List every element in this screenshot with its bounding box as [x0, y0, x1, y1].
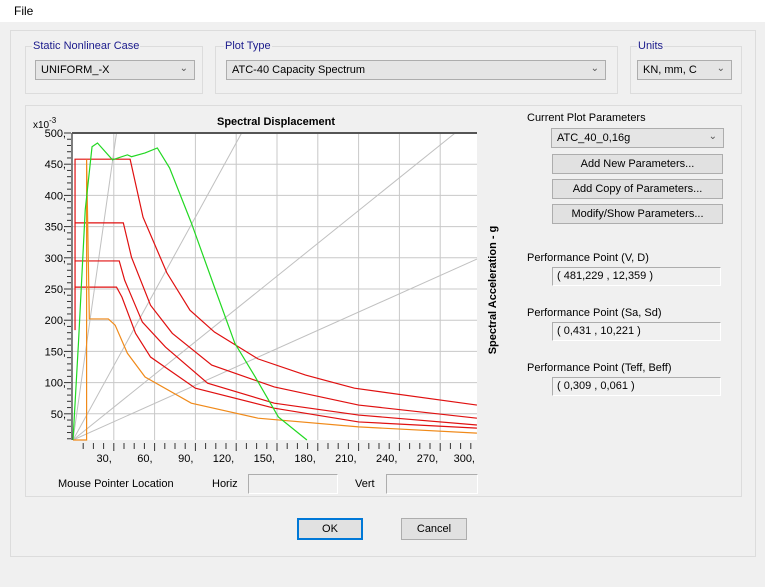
capacity-spectrum-chart[interactable]: Spectral Displacement x10-3 Spectral Acc…	[0, 0, 765, 587]
current-params-label: Current Plot Parameters	[527, 112, 646, 124]
x-tick-label: 270,	[417, 453, 438, 465]
horiz-field	[248, 474, 338, 494]
add-new-parameters-button[interactable]: Add New Parameters...	[552, 154, 723, 174]
x-tick-label: 90,	[178, 453, 193, 465]
y-tick-label: 300,	[45, 253, 66, 265]
x-tick-label: 180,	[294, 453, 315, 465]
x-tick-label: 30,	[97, 453, 112, 465]
vert-field	[386, 474, 478, 494]
y-tick-label: 350,	[45, 222, 66, 234]
add-copy-parameters-button[interactable]: Add Copy of Parameters...	[552, 179, 723, 199]
horiz-label: Horiz	[212, 478, 238, 490]
params-dropdown[interactable]: ATC_40_0,16g ⌄	[551, 128, 724, 148]
y-tick-label: 50,	[51, 409, 66, 421]
perf-vd-label: Performance Point (V, D)	[527, 252, 649, 264]
vert-label: Vert	[355, 478, 375, 490]
y-tick-label: 450,	[45, 159, 66, 171]
modify-show-parameters-button[interactable]: Modify/Show Parameters...	[552, 204, 723, 224]
params-value: ATC_40_0,16g	[557, 132, 631, 144]
perf-sasd-field: ( 0,431 , 10,221 )	[552, 322, 721, 341]
mouse-location-label: Mouse Pointer Location	[58, 478, 174, 490]
perf-teff-label: Performance Point (Teff, Beff)	[527, 362, 672, 374]
x-tick-label: 210,	[335, 453, 356, 465]
y-axis-label: Spectral Acceleration - g	[487, 226, 499, 355]
chevron-down-icon: ⌄	[708, 131, 717, 142]
y-tick-label: 500,	[45, 128, 66, 140]
x-tick-label: 120,	[213, 453, 234, 465]
y-tick-label: 250,	[45, 284, 66, 296]
perf-teff-field: ( 0,309 , 0,061 )	[552, 377, 721, 396]
chart-title: Spectral Displacement	[217, 116, 335, 128]
x-tick-label: 150,	[254, 453, 275, 465]
y-tick-label: 200,	[45, 315, 66, 327]
y-tick-label: 400,	[45, 190, 66, 202]
perf-sasd-label: Performance Point (Sa, Sd)	[527, 307, 662, 319]
ok-button[interactable]: OK	[297, 518, 363, 540]
cancel-button[interactable]: Cancel	[401, 518, 467, 540]
x-tick-label: 60,	[137, 453, 152, 465]
x-tick-label: 240,	[376, 453, 397, 465]
x-tick-label: 300,	[454, 453, 475, 465]
perf-vd-field: ( 481,229 , 12,359 )	[552, 267, 721, 286]
y-tick-label: 100,	[45, 378, 66, 390]
y-tick-label: 150,	[45, 346, 66, 358]
